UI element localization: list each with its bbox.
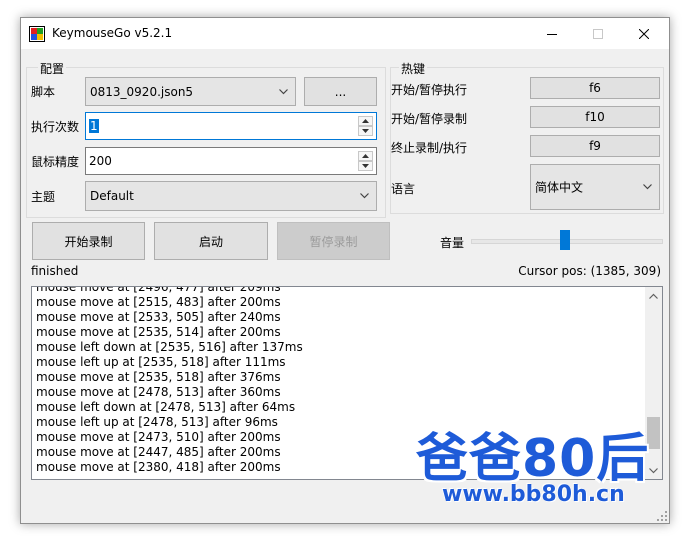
log-line: mouse left down at [2535, 516] after 137… (36, 340, 303, 354)
exec-count-value: 1 (89, 119, 99, 133)
maximize-icon (593, 28, 603, 39)
log-line: mouse move at [2496, 477] after 209ms (36, 286, 281, 294)
scroll-thumb[interactable] (647, 417, 660, 449)
mouse-precision-stepper[interactable] (358, 151, 373, 171)
log-line: mouse move at [2535, 514] after 200ms (36, 325, 281, 339)
log-line: mouse move at [2533, 505] after 240ms (36, 310, 281, 324)
pause-record-button[interactable]: 暂停录制 (277, 222, 390, 260)
close-icon (639, 28, 649, 39)
mouse-precision-spinbox[interactable]: 200 (85, 147, 377, 175)
title-bar[interactable]: KeymouseGo v5.2.1 (21, 18, 669, 49)
log-lines: mouse move at [2496, 477] after 209ms mo… (36, 286, 303, 475)
start-record-button[interactable]: 开始录制 (32, 222, 145, 260)
volume-label: 音量 (440, 236, 465, 250)
browse-button[interactable]: ... (304, 77, 377, 106)
caret-up-icon (362, 154, 369, 158)
hotkey-group-title: 热键 (399, 60, 428, 77)
script-select-value: 0813_0920.json5 (90, 84, 194, 99)
exec-count-spinbox[interactable]: 1 (85, 112, 377, 140)
log-list[interactable]: mouse move at [2496, 477] after 209ms mo… (31, 286, 663, 480)
log-line: mouse left up at [2535, 518] after 111ms (36, 355, 286, 369)
hotkey-label-stop: 终止录制/执行 (391, 141, 468, 155)
caret-down-icon (362, 164, 369, 168)
hotkey-record-button[interactable]: f10 (530, 106, 660, 128)
theme-select-value: Default (90, 189, 134, 203)
hotkey-label-exec: 开始/暂停执行 (391, 83, 468, 97)
script-select[interactable]: 0813_0920.json5 (85, 77, 296, 106)
exec-count-label: 执行次数 (31, 120, 80, 134)
caret-up-icon (362, 119, 369, 123)
scroll-up-button[interactable] (645, 287, 662, 304)
cursor-position: Cursor pos: (1385, 309) (518, 264, 661, 278)
step-down-button[interactable] (358, 126, 373, 136)
hotkey-stop-button[interactable]: f9 (530, 135, 660, 157)
chevron-up-icon (649, 293, 658, 299)
chevron-down-icon (643, 184, 652, 190)
status-text: finished (31, 264, 79, 278)
window-title: KeymouseGo v5.2.1 (52, 26, 173, 40)
chevron-down-icon (360, 193, 369, 199)
volume-slider-thumb[interactable] (560, 230, 570, 250)
close-button[interactable] (621, 18, 667, 49)
step-up-button[interactable] (358, 151, 373, 161)
chevron-down-icon (279, 88, 288, 94)
log-line: mouse move at [2473, 510] after 200ms (36, 430, 281, 444)
app-icon (29, 26, 45, 42)
log-scrollbar[interactable] (645, 287, 662, 479)
theme-label: 主题 (31, 190, 56, 204)
chevron-down-icon (649, 467, 658, 473)
caret-down-icon (362, 129, 369, 133)
mouse-precision-value: 200 (89, 154, 112, 168)
language-select-value: 简体中文 (535, 180, 584, 195)
step-up-button[interactable] (358, 116, 373, 126)
log-line: mouse move at [2447, 485] after 200ms (36, 445, 281, 459)
mouse-precision-label: 鼠标精度 (31, 155, 80, 169)
theme-select[interactable]: Default (85, 181, 377, 211)
language-label: 语言 (391, 182, 416, 196)
log-line: mouse move at [2380, 418] after 200ms (36, 460, 281, 474)
maximize-button[interactable] (575, 18, 621, 49)
log-line: mouse move at [2478, 513] after 360ms (36, 385, 281, 399)
app-window: KeymouseGo v5.2.1 配置 脚本 0813_0920.json5 … (20, 17, 670, 524)
resize-grip-icon[interactable] (657, 511, 667, 521)
log-line: mouse left down at [2478, 513] after 64m… (36, 400, 296, 414)
hotkey-exec-button[interactable]: f6 (530, 77, 660, 99)
log-line: mouse move at [2535, 518] after 376ms (36, 370, 281, 384)
language-select[interactable]: 简体中文 (530, 164, 660, 210)
step-down-button[interactable] (358, 161, 373, 171)
log-line: mouse move at [2515, 483] after 200ms (36, 295, 281, 309)
scroll-down-button[interactable] (645, 462, 662, 479)
exec-count-stepper[interactable] (358, 116, 373, 136)
script-label: 脚本 (31, 85, 56, 99)
minimize-icon (547, 33, 557, 35)
minimize-button[interactable] (529, 18, 575, 49)
log-line: mouse left up at [2478, 513] after 96ms (36, 415, 278, 429)
config-group-title: 配置 (38, 60, 67, 77)
launch-button[interactable]: 启动 (154, 222, 268, 260)
hotkey-label-record: 开始/暂停录制 (391, 112, 468, 126)
